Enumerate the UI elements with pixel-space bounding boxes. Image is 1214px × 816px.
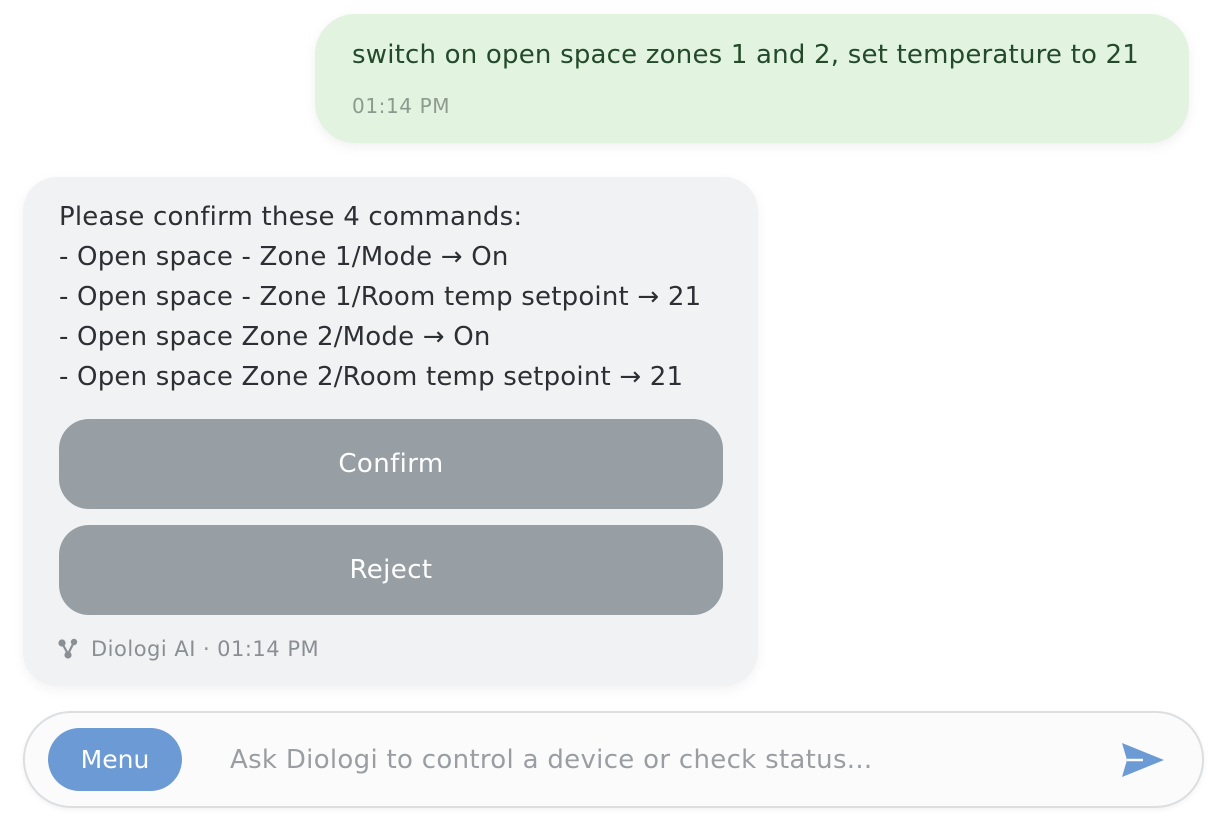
menu-button[interactable]: Menu bbox=[48, 728, 182, 791]
confirmation-heading: Please confirm these 4 commands: bbox=[59, 202, 523, 232]
chat-page: switch on open space zones 1 and 2, set … bbox=[0, 0, 1214, 816]
assistant-message-bubble: Please confirm these 4 commands: - Open … bbox=[23, 177, 758, 686]
assistant-message-timestamp: 01:14 PM bbox=[217, 637, 320, 661]
assistant-message-meta: Diologi AI · 01:14 PM bbox=[57, 637, 319, 661]
message-composer: Menu bbox=[23, 711, 1204, 808]
meta-separator: · bbox=[202, 637, 211, 661]
assistant-sender-name: Diologi AI bbox=[91, 637, 196, 661]
command-item: - Open space Zone 2/Mode → On bbox=[59, 322, 491, 352]
user-message-timestamp: 01:14 PM bbox=[352, 94, 451, 118]
send-arrow-icon bbox=[1122, 742, 1164, 777]
send-button[interactable] bbox=[1115, 737, 1171, 785]
share-nodes-icon bbox=[58, 638, 78, 659]
command-item: - Open space - Zone 1/Room temp setpoint… bbox=[59, 282, 702, 312]
message-input[interactable] bbox=[230, 735, 1090, 785]
command-item: - Open space - Zone 1/Mode → On bbox=[59, 242, 509, 272]
reject-button[interactable]: Reject bbox=[59, 525, 723, 615]
command-item: - Open space Zone 2/Room temp setpoint →… bbox=[59, 362, 684, 392]
user-message-bubble: switch on open space zones 1 and 2, set … bbox=[315, 14, 1189, 143]
user-message-text: switch on open space zones 1 and 2, set … bbox=[352, 40, 1140, 70]
confirm-button[interactable]: Confirm bbox=[59, 419, 723, 509]
